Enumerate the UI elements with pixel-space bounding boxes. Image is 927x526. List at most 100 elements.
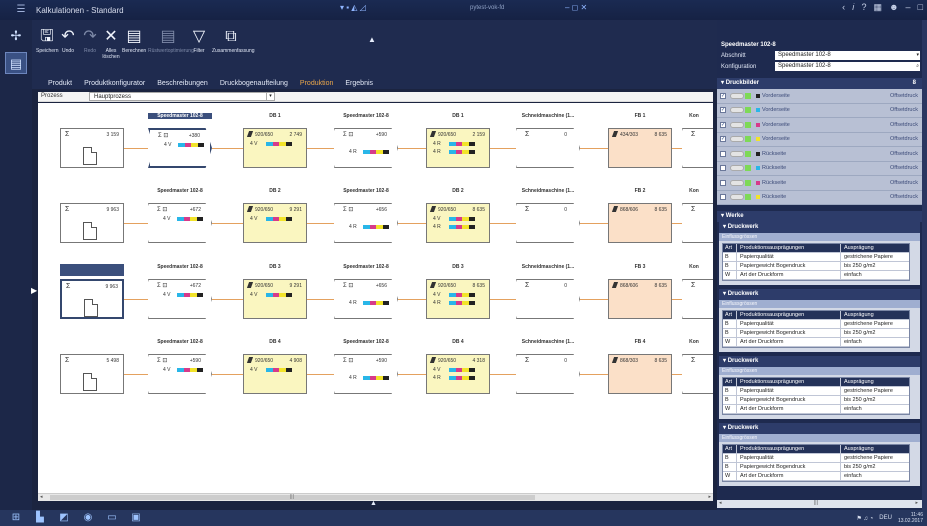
panel-scrollbar[interactable]: ◂ ||| ▸ bbox=[717, 500, 922, 508]
app-icon[interactable]: ▙ bbox=[32, 512, 48, 524]
table-row[interactable]: W Art der Druckform einfach bbox=[723, 472, 909, 481]
language-indicator[interactable]: DEU bbox=[879, 515, 892, 521]
druckwerk-header[interactable]: ▾ Druckwerk bbox=[719, 356, 920, 367]
table-row[interactable]: B Papiergewicht Bogendruck bis 250 g/m2 bbox=[723, 396, 909, 405]
press-node[interactable]: Σ ⊡ +672 4 V bbox=[148, 279, 212, 319]
db-node[interactable]: 920/650 4 908 4 V bbox=[243, 354, 307, 394]
fb-node[interactable]: 434/303 8 635 bbox=[608, 128, 672, 168]
folder-icon[interactable]: ▭ bbox=[104, 512, 120, 524]
cut-node[interactable]: Σ0 bbox=[516, 354, 580, 394]
fb-node[interactable]: 868/606 8 635 bbox=[608, 203, 672, 243]
collapse-ribbon-icon[interactable]: ▲ bbox=[368, 35, 376, 44]
toolbar-button-6[interactable]: ▽ Filter bbox=[190, 28, 208, 54]
druckbild-item[interactable]: Rückseite Offsetdruck bbox=[717, 176, 922, 191]
press2-node[interactable]: Σ ⊡ +656 4 R bbox=[334, 279, 398, 319]
source-node[interactable]: Σ 3 159 bbox=[60, 128, 124, 168]
tab-2[interactable]: Beschreibungen bbox=[157, 80, 208, 87]
druckbild-item[interactable]: ✓ Vorderseite Offsetdruck bbox=[717, 103, 922, 118]
table-row[interactable]: B Papiergewicht Bogendruck bis 250 g/m2 bbox=[723, 262, 909, 271]
checkbox[interactable]: ✓ bbox=[720, 121, 726, 128]
druckwerk-header[interactable]: ▾ Druckwerk bbox=[719, 289, 920, 300]
help-icon[interactable]: ? bbox=[862, 2, 867, 13]
druckbilder-header[interactable]: ▾ Druckbilder 8 bbox=[717, 78, 922, 89]
table-row[interactable]: W Art der Druckform einfach bbox=[723, 271, 909, 280]
cut-node[interactable]: Σ0 bbox=[516, 279, 580, 319]
checkbox[interactable] bbox=[720, 179, 726, 186]
calendar-icon[interactable]: ▦ bbox=[874, 2, 883, 13]
kon-node[interactable]: Σ bbox=[682, 203, 713, 243]
db-node[interactable]: 920/650 2 749 4 V bbox=[243, 128, 307, 168]
source-node[interactable]: Σ 9 963 bbox=[60, 203, 124, 243]
table-row[interactable]: B Papierqualität gestrichene Papiere bbox=[723, 320, 909, 329]
scroll-left-icon[interactable]: ◂ bbox=[719, 500, 722, 506]
tab-4[interactable]: Produktion bbox=[300, 80, 333, 87]
scroll-right-icon[interactable]: ▸ bbox=[915, 500, 918, 506]
clock[interactable]: 11:46 13.02.2017 bbox=[898, 512, 923, 524]
konfiguration-input[interactable]: Speedmaster 102-8 ⌕ bbox=[775, 62, 920, 71]
table-row[interactable]: B Papierqualität gestrichene Papiere bbox=[723, 253, 909, 262]
calc-app-icon[interactable]: ▣ bbox=[128, 512, 144, 524]
kon-node[interactable]: Σ bbox=[682, 354, 713, 394]
source-node[interactable]: Σ 9 963 bbox=[60, 279, 124, 319]
app-menu-icon[interactable]: ☰ bbox=[14, 3, 28, 17]
druckbild-item[interactable]: ✓ Vorderseite Offsetdruck bbox=[717, 89, 922, 104]
back-icon[interactable]: ‹ bbox=[842, 2, 845, 13]
toolbar-button-5[interactable]: ▤ Rüstwertoptimierung bbox=[148, 28, 194, 54]
expand-arrow-icon[interactable]: ▶ bbox=[31, 286, 37, 295]
db2-node[interactable]: 920/650 4 318 4 V 4 R bbox=[426, 354, 490, 394]
fb-node[interactable]: 868/606 8 635 bbox=[608, 279, 672, 319]
scroll-right-icon[interactable]: ▸ bbox=[708, 494, 711, 500]
db-node[interactable]: 920/650 9 291 4 V bbox=[243, 279, 307, 319]
tray-icons[interactable]: ⚑ ♫ ◔ bbox=[856, 515, 873, 522]
scroll-left-icon[interactable]: ◂ bbox=[40, 494, 43, 500]
druckwerk-header[interactable]: ▾ Druckwerk bbox=[719, 423, 920, 434]
toolbar-button-2[interactable]: ↷ Redo bbox=[80, 28, 100, 54]
calculation-view-icon[interactable]: ▤ bbox=[5, 52, 27, 74]
druckbild-item[interactable]: Rückseite Offsetdruck bbox=[717, 161, 922, 176]
abschnitt-select[interactable]: Speedmaster 102-8 ▾ bbox=[775, 51, 920, 60]
table-row[interactable]: B Papierqualität gestrichene Papiere bbox=[723, 454, 909, 463]
fb-node[interactable]: 868/303 8 635 bbox=[608, 354, 672, 394]
checkbox[interactable]: ✓ bbox=[720, 136, 726, 143]
chevron-down-icon[interactable]: ▾ bbox=[916, 51, 919, 60]
checkbox[interactable] bbox=[720, 150, 726, 157]
source-node[interactable]: Σ 5 498 bbox=[60, 354, 124, 394]
windows-start-icon[interactable]: ⊞ bbox=[8, 512, 24, 524]
center-window-controls[interactable]: – ◻ ✕ bbox=[565, 3, 587, 12]
kon-node[interactable]: Σ bbox=[682, 128, 713, 168]
maximize-button[interactable]: □ bbox=[918, 2, 923, 13]
checkbox[interactable] bbox=[720, 194, 726, 201]
cut-node[interactable]: Σ0 bbox=[516, 203, 580, 243]
browser-icon[interactable]: ◉ bbox=[80, 512, 96, 524]
table-row[interactable]: B Papiergewicht Bogendruck bis 250 g/m2 bbox=[723, 329, 909, 338]
db2-node[interactable]: 920/650 8 635 4 V 4 R bbox=[426, 203, 490, 243]
checkbox[interactable]: ✓ bbox=[720, 92, 726, 99]
tab-1[interactable]: Produktkonfigurator bbox=[84, 80, 145, 87]
toolbar-button-3[interactable]: ✕ Alles löschen bbox=[98, 28, 124, 60]
users-icon[interactable]: ☻ bbox=[889, 2, 898, 13]
tab-3[interactable]: Druckbogenaufteilung bbox=[220, 80, 288, 87]
press-node[interactable]: Σ ⊡ +672 4 V bbox=[148, 203, 212, 243]
table-row[interactable]: B Papierqualität gestrichene Papiere bbox=[723, 387, 909, 396]
press2-node[interactable]: Σ ⊡ +656 4 R bbox=[334, 203, 398, 243]
expand-bottom-icon[interactable]: ▲ bbox=[370, 500, 377, 507]
druckbild-item[interactable]: Rückseite Offsetdruck bbox=[717, 147, 922, 162]
tools-icon[interactable]: ✢ bbox=[5, 25, 27, 47]
toolbar-button-0[interactable]: 🖫 Speichern bbox=[36, 28, 59, 54]
press-node[interactable]: Σ ⊡ +590 4 V bbox=[148, 354, 212, 394]
druckwerk-header[interactable]: ▾ Druckwerk bbox=[719, 222, 920, 233]
explorer-icon[interactable]: ◩ bbox=[56, 512, 72, 524]
db2-node[interactable]: 920/650 2 159 4 R 4 R bbox=[426, 128, 490, 168]
werke-header[interactable]: ▾ Werke bbox=[717, 211, 922, 222]
toolbar-button-4[interactable]: ▤ Berechnen bbox=[122, 28, 146, 54]
press2-node[interactable]: Σ ⊡ +590 4 R bbox=[334, 354, 398, 394]
quick-access-icons[interactable]: ▾ ▪ ◭ ◿ bbox=[340, 3, 440, 15]
table-row[interactable]: W Art der Druckform einfach bbox=[723, 338, 909, 347]
search-icon[interactable]: ⌕ bbox=[916, 62, 919, 71]
minimize-button[interactable]: – bbox=[906, 2, 911, 13]
druckbild-item[interactable]: Rückseite Offsetdruck bbox=[717, 190, 922, 205]
chevron-down-icon[interactable]: ▾ bbox=[266, 93, 274, 100]
db-node[interactable]: 920/650 9 291 4 V bbox=[243, 203, 307, 243]
cut-node[interactable]: Σ0 bbox=[516, 128, 580, 168]
tab-5[interactable]: Ergebnis bbox=[345, 80, 373, 87]
